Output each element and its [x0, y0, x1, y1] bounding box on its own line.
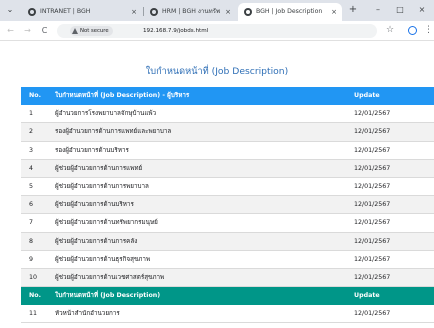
row-no: 5 — [29, 182, 34, 190]
row-update: 12/01/2567 — [354, 164, 391, 172]
table-header-staff: No. ใบกำหนดหน้าที่ (Job Description) Upd… — [21, 287, 434, 306]
globe-icon — [28, 8, 36, 16]
table-row: 4 ผู้ช่วยผู้อำนวยการด้านการแพทย์ 12/01/2… — [21, 159, 434, 178]
security-label: Not secure — [80, 28, 109, 34]
minimize-button[interactable]: – — [370, 3, 386, 17]
tab-job-description[interactable]: BGH | Job Description × — [238, 3, 342, 21]
row-no: 4 — [29, 164, 34, 172]
address-bar[interactable]: Not secure 192.168.7.9/jobds.html — [57, 24, 377, 38]
row-title-link[interactable]: ผู้ช่วยผู้อำนวยการด้านเวชศาสตร์สุขภาพ — [55, 269, 164, 287]
row-no: 9 — [29, 255, 34, 263]
close-icon[interactable]: × — [131, 3, 137, 21]
table-row: 10 ผู้ช่วยผู้อำนวยการด้านเวชศาสตร์สุขภาพ… — [21, 268, 434, 288]
menu-kebab-icon[interactable]: ⋮ — [424, 24, 433, 36]
row-title-link[interactable]: หัวหน้าสำนักอำนวยการ — [55, 305, 120, 323]
table-row: 1 ผู้อำนวยการโรงพยาบาลจักษุบ้านแพ้ว 12/0… — [21, 105, 434, 124]
tab-title: INTRANET | BGH — [40, 8, 91, 15]
row-title-link[interactable]: ผู้ช่วยผู้อำนวยการด้านการพยาบาล — [55, 178, 149, 196]
header-no: No. — [29, 92, 41, 99]
back-button[interactable]: ← — [5, 25, 16, 36]
row-update: 12/01/2567 — [354, 146, 391, 154]
table-row: 6 ผู้ช่วยผู้อำนวยการด้านบริหาร 12/01/256… — [21, 196, 434, 215]
page-title: ใบกำหนดหน้าที่ (Job Description) — [145, 66, 289, 77]
row-update: 12/01/2567 — [354, 128, 391, 136]
tab-title: HRM | BGH งานทรัพยากรมนุษย์ — [162, 8, 220, 15]
row-title-link[interactable]: ผู้ช่วยผู้อำนวยการด้านการแพทย์ — [55, 160, 142, 178]
row-title-link[interactable]: รองผู้อำนวยการด้านการแพทย์และพยาบาล — [55, 123, 171, 141]
row-update: 12/01/2567 — [354, 273, 391, 281]
window-close-button[interactable]: × — [414, 3, 430, 17]
new-tab-button[interactable]: + — [346, 3, 360, 17]
row-no: 11 — [29, 310, 38, 318]
row-title-link[interactable]: ผู้ช่วยผู้อำนวยการด้านการคลัง — [55, 233, 137, 251]
table-row: 9 ผู้ช่วยผู้อำนวยการด้านธุรกิจสุขภาพ 12/… — [21, 251, 434, 269]
header-update: Update — [354, 92, 380, 99]
row-title-link[interactable]: ผู้ช่วยผู้อำนวยการด้านทรัพยากรมนุษย์ — [55, 214, 158, 232]
row-update: 12/01/2567 — [354, 237, 391, 245]
reload-button[interactable]: C — [39, 25, 50, 36]
tab-hrm[interactable]: HRM | BGH งานทรัพยากรมนุษย์ × — [144, 3, 236, 21]
table-row: 5 ผู้ช่วยผู้อำนวยการด้านการพยาบาล 12/01/… — [21, 178, 434, 197]
row-no: 3 — [29, 146, 34, 154]
row-title-link[interactable]: รองผู้อำนวยการด้านบริหาร — [55, 142, 129, 160]
forward-button[interactable]: → — [22, 25, 33, 36]
row-update: 12/01/2567 — [354, 201, 391, 209]
table-row: 7 ผู้ช่วยผู้อำนวยการด้านทรัพยากรมนุษย์ 1… — [21, 214, 434, 233]
table-row: 2 รองผู้อำนวยการด้านการแพทย์และพยาบาล 12… — [21, 123, 434, 142]
warning-icon — [72, 28, 78, 34]
row-title-link[interactable]: ผู้ช่วยผู้อำนวยการด้านธุรกิจสุขภาพ — [55, 251, 150, 269]
header-title: ใบกำหนดหน้าที่ (Job Description) — [55, 292, 161, 300]
header-update: Update — [354, 292, 380, 300]
row-title-link[interactable]: ผู้อำนวยการโรงพยาบาลจักษุบ้านแพ้ว — [55, 105, 156, 123]
table-row: 3 รองผู้อำนวยการด้านบริหาร 12/01/2567 — [21, 142, 434, 160]
table-header-executive: No. ใบกำหนดหน้าที่ (Job Description) - ผ… — [21, 87, 434, 106]
row-no: 1 — [29, 110, 34, 118]
tab-title: BGH | Job Description — [256, 8, 323, 15]
row-no: 7 — [29, 219, 34, 227]
bookmark-star-icon[interactable]: ☆ — [386, 25, 394, 36]
maximize-button[interactable]: □ — [392, 3, 408, 17]
url-text[interactable]: 192.168.7.9/jobds.html — [143, 24, 208, 38]
row-no: 6 — [29, 201, 34, 209]
row-no: 10 — [29, 273, 38, 281]
tab-intranet[interactable]: INTRANET | BGH × — [22, 3, 142, 21]
row-update: 12/01/2567 — [354, 255, 391, 263]
row-update: 12/01/2567 — [354, 310, 391, 318]
tab-search-icon[interactable]: ⌄ — [4, 4, 16, 16]
table-row: 8 ผู้ช่วยผู้อำนวยการด้านการคลัง 12/01/25… — [21, 232, 434, 251]
globe-icon — [244, 8, 252, 16]
job-description-table: No. ใบกำหนดหน้าที่ (Job Description) - ผ… — [21, 87, 434, 324]
row-title-link[interactable]: ผู้ช่วยผู้อำนวยการด้านบริหาร — [55, 196, 134, 214]
security-chip[interactable]: Not secure — [70, 26, 113, 36]
browser-toolbar: ← → C Not secure 192.168.7.9/jobds.html … — [0, 21, 434, 41]
row-update: 12/01/2567 — [354, 110, 391, 118]
close-icon[interactable]: × — [331, 3, 337, 21]
header-no: No. — [29, 292, 41, 300]
tab-strip: ⌄ INTRANET | BGH × HRM | BGH งานทรัพยากร… — [0, 0, 434, 21]
header-title: ใบกำหนดหน้าที่ (Job Description) - ผู้บร… — [55, 92, 190, 99]
globe-icon — [150, 8, 158, 16]
profile-icon[interactable] — [408, 26, 417, 35]
row-update: 12/01/2567 — [354, 182, 391, 190]
row-no: 2 — [29, 128, 34, 136]
table-row: 11 หัวหน้าสำนักอำนวยการ 12/01/2567 — [21, 305, 434, 324]
close-icon[interactable]: × — [225, 3, 231, 21]
row-update: 12/01/2567 — [354, 219, 391, 227]
row-no: 8 — [29, 237, 34, 245]
